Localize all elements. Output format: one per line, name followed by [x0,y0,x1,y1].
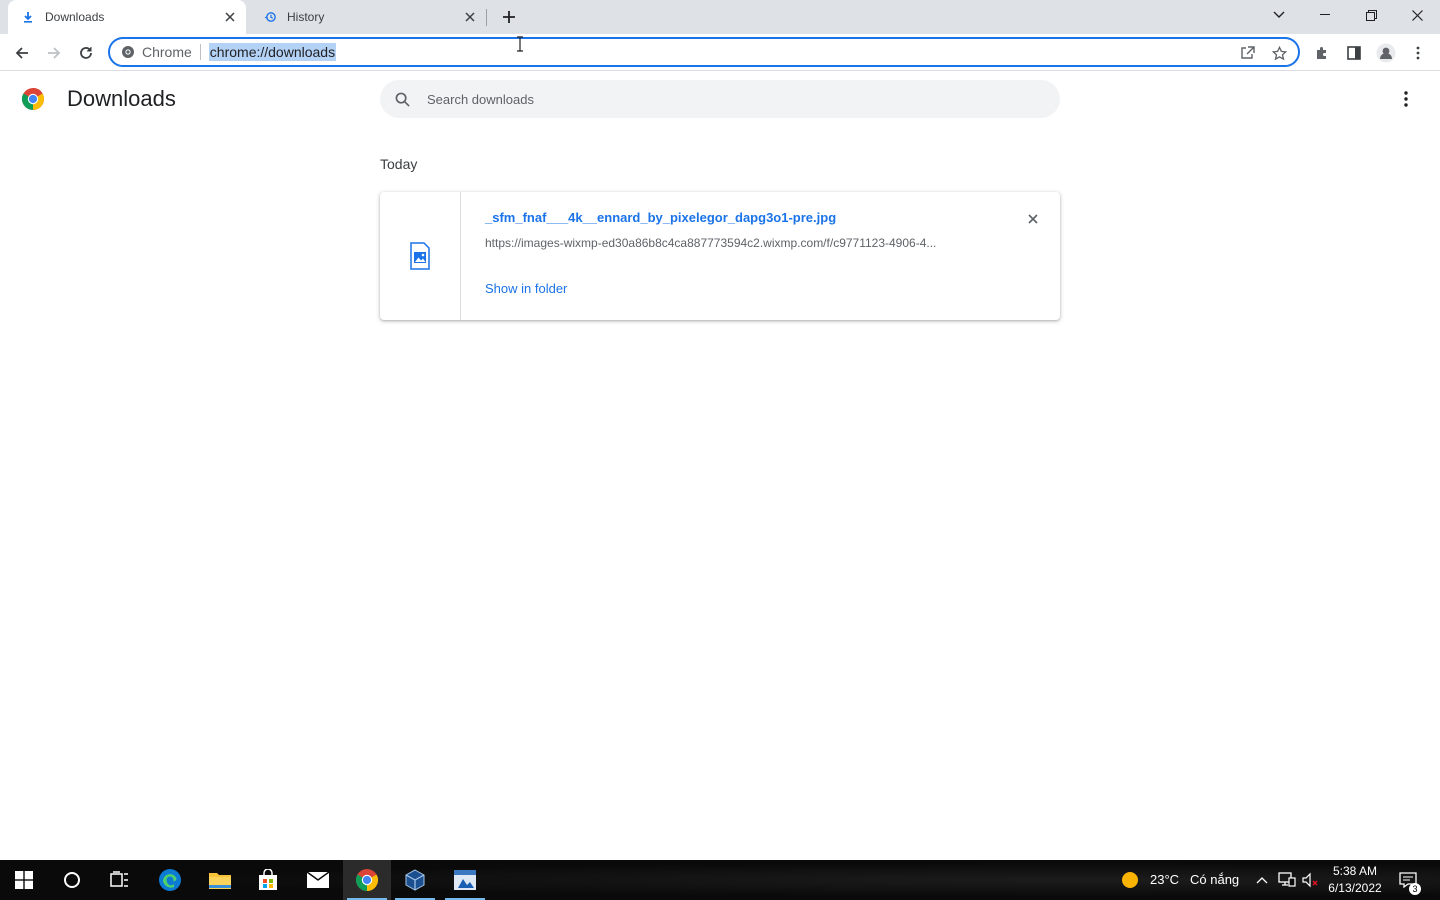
extensions-button[interactable] [1308,39,1336,67]
volume-muted-icon[interactable] [1300,870,1320,890]
tab-title: History [287,10,325,24]
notification-count-badge: 3 [1409,883,1421,895]
weather-sun-icon[interactable] [1120,870,1140,890]
start-button[interactable] [0,860,48,900]
windows-taskbar: 23°C Có nắng 5:38 AM 6/13/2022 [0,860,1440,900]
minimize-button[interactable] [1302,0,1348,30]
reload-icon [80,47,92,59]
edge-icon [159,869,181,891]
taskbar-app[interactable] [441,860,489,900]
tab-history[interactable]: History [250,0,486,34]
text-cursor-icon [517,36,523,52]
minimize-icon [1320,14,1330,15]
chevron-down-icon [1273,11,1285,18]
reload-button[interactable] [72,39,100,67]
side-panel-button[interactable] [1340,39,1368,67]
cortana-button[interactable] [48,860,96,900]
url-text[interactable]: chrome://downloads [208,43,337,61]
restore-button[interactable] [1348,0,1394,30]
clock-date: 6/13/2022 [1328,881,1382,895]
scheme-chip: Chrome [142,44,201,60]
browser-toolbar: Chrome chrome://downloads [0,34,1440,71]
chrome-logo-icon [21,88,45,110]
date-heading: Today [380,156,418,172]
network-icon[interactable] [1277,870,1297,890]
clock-time: 5:38 AM [1332,864,1378,878]
history-icon [262,9,278,25]
show-in-folder-link[interactable]: Show in folder [485,281,567,296]
bookmark-star-icon[interactable] [1268,43,1290,63]
file-icon-column [380,192,461,320]
tab-title: Downloads [45,10,105,24]
side-panel-icon [1347,46,1361,60]
downloads-header: Downloads [0,71,1440,127]
chrome-site-icon[interactable] [120,44,136,60]
search-box[interactable] [380,80,1060,118]
download-filename-link[interactable]: _sfm_fnaf___4k__ennard_by_pixelegor_dapg… [485,210,836,225]
puzzle-icon [1317,47,1326,59]
cortana-circle-icon [64,872,80,888]
taskbar-file-explorer[interactable] [196,860,244,900]
weather-temperature[interactable]: 23°C [1150,872,1179,887]
folder-icon [209,873,231,889]
back-arrow-icon [15,47,28,59]
taskbar-store[interactable] [244,860,292,900]
search-input[interactable] [425,90,1029,108]
plus-icon [503,11,515,23]
more-vert-icon [1404,91,1408,107]
page-title: Downloads [67,86,176,111]
tab-downloads[interactable]: Downloads [8,0,246,34]
browser-menu-button[interactable] [1404,39,1432,67]
downloads-menu-button[interactable] [1394,87,1418,111]
restore-icon [1365,9,1377,21]
task-view-button[interactable] [96,860,144,900]
tab-strip: Downloads History [0,0,1440,34]
image-file-icon [410,242,430,270]
tab-separator [486,9,487,26]
search-icon [393,90,411,108]
chrome-icon [355,869,379,891]
close-icon [1028,214,1038,224]
task-view-icon [110,871,128,887]
forward-arrow-icon [48,47,61,59]
paint-app-icon [454,870,476,890]
taskbar-edge[interactable] [146,860,194,900]
more-vert-icon [1416,46,1420,60]
store-bag-icon [259,869,277,890]
windows-logo-icon [15,871,33,889]
back-button[interactable] [8,39,36,67]
mail-icon [306,871,330,888]
tab-search-button[interactable] [1256,0,1302,30]
close-tab-icon[interactable] [220,7,240,27]
taskbar-chrome[interactable] [343,860,391,900]
address-bar[interactable]: Chrome chrome://downloads [108,37,1300,67]
close-tab-icon[interactable] [460,7,480,27]
forward-button[interactable] [40,39,68,67]
download-icon [20,9,36,25]
remove-download-button[interactable] [1022,208,1044,230]
virtualbox-cube-icon [405,869,425,891]
download-item: _sfm_fnaf___4k__ennard_by_pixelegor_dapg… [380,192,1060,320]
taskbar-mail[interactable] [294,860,342,900]
close-window-button[interactable] [1394,0,1440,30]
avatar-icon [1376,43,1396,63]
new-tab-button[interactable] [498,6,520,28]
profile-button[interactable] [1372,39,1400,67]
share-icon[interactable] [1236,43,1258,63]
weather-condition[interactable]: Có nắng [1190,872,1239,887]
close-icon [1411,9,1423,21]
show-hidden-icons-chevron-icon[interactable] [1252,870,1272,890]
download-source-url[interactable]: https://images-wixmp-ed30a86b8c4ca887773… [485,236,985,250]
taskbar-virtualbox[interactable] [391,860,439,900]
taskbar-clock[interactable]: 5:38 AM 6/13/2022 [1322,863,1388,897]
